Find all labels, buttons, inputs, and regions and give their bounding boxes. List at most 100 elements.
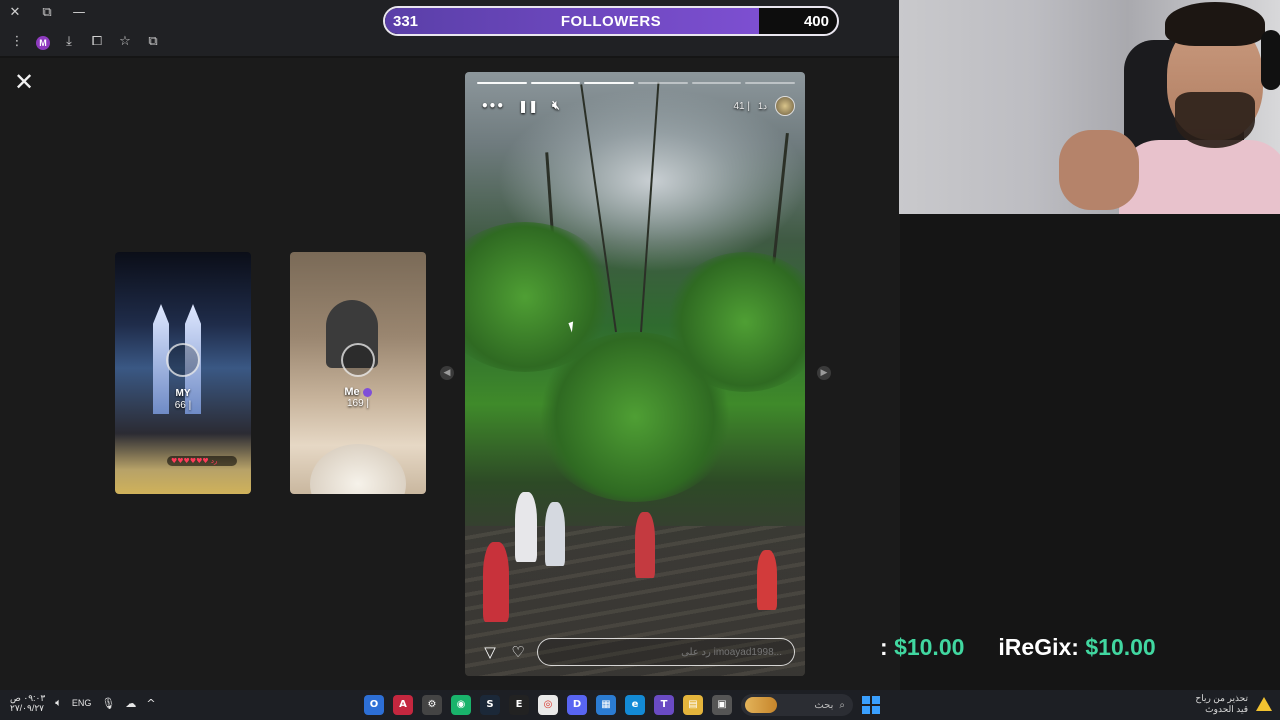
discord-app-icon[interactable]: D xyxy=(567,695,587,715)
close-icon[interactable]: ✕ xyxy=(6,4,24,22)
followers-label: FOLLOWERS xyxy=(560,13,662,30)
story-meta: 41 | 1د xyxy=(733,96,795,116)
thumbnail-name-row: Me xyxy=(290,386,426,398)
onedrive-icon[interactable]: ☁ xyxy=(125,697,136,710)
chevron-left-icon[interactable]: ◀ xyxy=(440,366,454,380)
restore-icon[interactable]: ⧉ xyxy=(38,4,56,22)
donation-ticker: : $10.00 iReGix : $10.00 xyxy=(880,634,1156,661)
story-progress-segment xyxy=(584,82,635,84)
warning-icon xyxy=(1256,697,1272,711)
app-icon[interactable]: ▣ xyxy=(712,695,732,715)
menu-icon[interactable]: ⋮ xyxy=(8,33,26,51)
crowd-person xyxy=(635,512,655,578)
followers-goal: 400 xyxy=(803,13,829,30)
donation-name: iReGix xyxy=(998,634,1072,660)
reply-input[interactable] xyxy=(537,638,795,666)
close-icon[interactable]: ✕ xyxy=(14,70,34,94)
edge-app-icon[interactable]: e xyxy=(625,695,645,715)
donation-amount: $10.00 xyxy=(1085,634,1156,660)
story-viewer: ✕ MY 66 | ♥♥♥♥♥♥ رد Me 169 | ◀ ▶ ••• ❚❚ … xyxy=(0,58,900,690)
story-thumbnail[interactable]: Me 169 | xyxy=(290,252,426,494)
teams-app-icon[interactable]: T xyxy=(654,695,674,715)
story-progress-segment xyxy=(745,82,796,84)
donation-separator: : xyxy=(1071,634,1086,660)
followers-goal-bar: 331 FOLLOWERS 400 xyxy=(383,6,839,36)
store-app-icon[interactable]: ▦ xyxy=(596,695,616,715)
story-progress-segment xyxy=(530,82,581,84)
swing-rope xyxy=(640,82,660,333)
story-progress xyxy=(477,82,796,84)
extensions-icon[interactable]: ⧠ xyxy=(88,33,106,51)
taskbar-search[interactable]: بحث ⌕ xyxy=(741,694,853,716)
reply-row: ▽ ♡ xyxy=(481,638,795,666)
clock-date: ٢٧/٠٩/٢٧ xyxy=(10,703,45,713)
story-controls: ••• ❚❚ 🔇︎ xyxy=(481,98,560,113)
heart-icon[interactable]: ♡ xyxy=(509,643,527,661)
volume-icon[interactable]: 🔈︎ xyxy=(55,696,62,710)
story-progress-segment xyxy=(477,82,527,84)
streamer-beard xyxy=(1175,92,1255,148)
thumbnail-avatar xyxy=(166,343,200,377)
settings-app-icon[interactable]: ⚙ xyxy=(422,695,442,715)
search-icon: ⌕ xyxy=(839,699,845,711)
story-view-count: 41 | xyxy=(733,100,750,112)
weather-alert-title: تحذير من رياح xyxy=(1195,693,1248,703)
webcam-feed xyxy=(899,0,1280,214)
thumbnail-name: Me xyxy=(344,386,360,398)
search-highlight-image xyxy=(745,697,777,713)
taskbar: ٠٩:٠٣ ص ٢٧/٠٩/٢٧ 🔈︎ ENG 🎙︎ ☁ ^ O A ⚙ ◉ S… xyxy=(0,690,1280,720)
story-progress-segment xyxy=(691,82,742,84)
minimize-icon[interactable]: — xyxy=(70,4,88,22)
donation-amount: $10.00 xyxy=(894,634,965,660)
streamer-shirt xyxy=(1119,140,1280,214)
weather-widget[interactable]: تحذير من رياح قيد الحدوث xyxy=(1195,693,1272,715)
microphone-icon[interactable]: 🎙︎ xyxy=(101,697,115,710)
taskbar-apps: O A ⚙ ◉ S E ◎ D ▦ e T ▤ ▣ بحث ⌕ xyxy=(364,694,880,716)
thumbnail-view-count: 169 | xyxy=(346,398,370,409)
clock[interactable]: ٠٩:٠٣ ص ٢٧/٠٩/٢٧ xyxy=(10,693,45,713)
system-tray: ٠٩:٠٣ ص ٢٧/٠٩/٢٧ 🔈︎ ENG 🎙︎ ☁ ^ xyxy=(10,693,156,713)
reaction-strip: ♥♥♥♥♥♥ رد xyxy=(167,456,237,466)
crowd-person xyxy=(515,492,537,562)
outlook-app-icon[interactable]: O xyxy=(364,695,384,715)
send-icon[interactable]: ▽ xyxy=(481,643,499,661)
chrome-app-icon[interactable]: ◎ xyxy=(538,695,558,715)
headphones xyxy=(1261,30,1280,90)
active-story[interactable]: ••• ❚❚ 🔇︎ 41 | 1د ▽ ♡ xyxy=(465,72,805,676)
story-progress-segment xyxy=(638,82,688,84)
chevron-right-icon[interactable]: ▶ xyxy=(817,366,831,380)
crowd-person xyxy=(757,550,777,610)
download-icon[interactable]: ⤓ xyxy=(60,33,78,51)
mute-icon[interactable]: 🔇︎ xyxy=(552,98,560,113)
more-icon[interactable]: ••• xyxy=(481,99,504,113)
thumbnail-avatar xyxy=(341,343,375,377)
profile-avatar[interactable]: M xyxy=(36,36,50,50)
bookmark-star-icon[interactable]: ☆ xyxy=(116,33,134,51)
start-icon[interactable] xyxy=(862,696,880,714)
clock-time: ٠٩:٠٣ ص xyxy=(10,693,46,703)
crowd-person xyxy=(483,542,509,622)
story-avatar[interactable] xyxy=(775,96,795,116)
crowd-person xyxy=(545,502,565,566)
weather-alert-subtitle: قيد الحدوث xyxy=(1205,704,1248,714)
badge-icon xyxy=(362,387,372,397)
file-explorer-app-icon[interactable]: ▤ xyxy=(683,695,703,715)
story-thumbnail[interactable]: MY 66 | ♥♥♥♥♥♥ رد xyxy=(115,252,251,494)
thumbnail-name: MY xyxy=(175,388,191,399)
weather-alert: تحذير من رياح قيد الحدوث xyxy=(1195,693,1248,715)
chevron-up-icon[interactable]: ^ xyxy=(146,697,155,710)
epic-games-app-icon[interactable]: E xyxy=(509,695,529,715)
game-app-icon[interactable]: ◉ xyxy=(451,695,471,715)
sink-photo xyxy=(310,444,406,494)
donation-separator: : xyxy=(880,634,895,660)
window-controls: ✕ ⧉ — xyxy=(6,4,88,22)
steam-app-icon[interactable]: S xyxy=(480,695,500,715)
affinity-app-icon[interactable]: A xyxy=(393,695,413,715)
thumbnail-view-count: 66 | xyxy=(174,400,192,411)
language-indicator[interactable]: ENG xyxy=(72,698,92,708)
streamer-hair xyxy=(1165,2,1265,46)
screen: ✕ ⧉ — ⋮ M ⤓ ⧠ ☆ ⧉ 331 FOLLOWERS 400 ✕ MY… xyxy=(0,0,1280,720)
pause-icon[interactable]: ❚❚ xyxy=(518,99,538,113)
tab-search-icon[interactable]: ⧉ xyxy=(144,33,162,51)
search-label: بحث xyxy=(814,699,834,711)
